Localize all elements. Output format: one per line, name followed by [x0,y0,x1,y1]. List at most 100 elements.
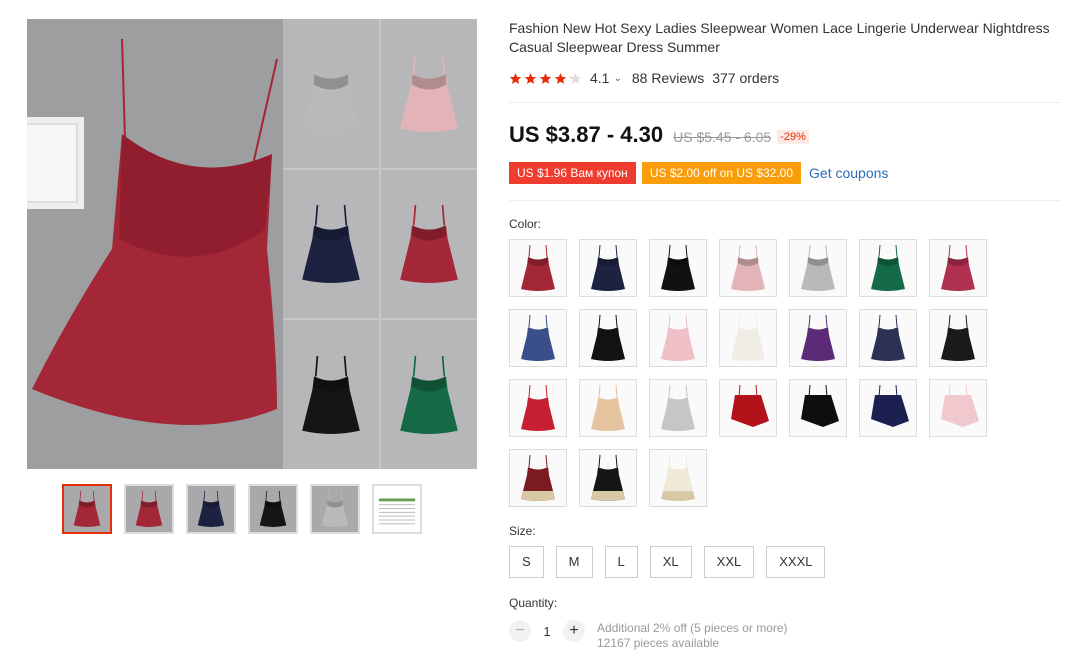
star-icon [524,72,537,84]
color-options [509,239,999,507]
discount-badge: -29% [777,130,809,144]
size-option-s[interactable]: S [509,546,544,578]
dress-icon [400,355,458,434]
quantity-value[interactable]: 1 [531,624,563,639]
color-option-navy[interactable] [579,239,637,297]
size-option-xxxl[interactable]: XXXL [766,546,826,578]
color-label: Color: [509,217,542,231]
main-image-grid [283,19,477,469]
dress-icon [801,244,835,291]
size-label: Size: [509,524,536,538]
dress-icon [871,314,905,361]
thumb-black[interactable] [248,484,298,534]
main-product-image[interactable] [27,19,477,469]
dress-icon [731,384,769,427]
dress-icon [400,204,458,283]
color-option-red-2[interactable] [719,379,777,437]
grid-dress-1 [283,19,379,168]
coupons-row: US $1.96 Вам купон US $2.00 off on US $3… [509,162,888,184]
thumb-size-chart[interactable] [372,484,422,534]
color-option-wine-red[interactable] [509,239,567,297]
bulk-discount-text: Additional 2% off (5 pieces or more) [597,621,788,635]
thumb-gray[interactable] [310,484,360,534]
dress-icon [521,384,555,431]
dress-icon [197,490,225,527]
color-option-black-lace[interactable] [579,449,637,507]
stock-available-text: 12167 pieces available [597,636,720,650]
size-option-l[interactable]: L [604,546,638,578]
star-icon [509,72,522,84]
grid-dress-4 [381,169,477,319]
thumb-navy[interactable] [186,484,236,534]
thumb-collage[interactable] [62,484,112,534]
dress-icon [302,355,360,434]
main-image-left [27,19,283,469]
divider [509,102,1061,103]
dress-icon [941,314,975,361]
dress-icon [302,54,360,133]
get-coupons-link[interactable]: Get coupons [809,165,888,181]
thumb-red[interactable] [124,484,174,534]
dress-icon [871,244,905,291]
quantity-label: Quantity: [509,596,558,610]
reviews-count[interactable]: 88 Reviews [632,70,704,86]
dress-icon [731,314,765,361]
dress-icon [661,454,695,501]
divider [509,200,1061,201]
grid-dress-2 [381,19,477,168]
grid-dress-3 [283,169,379,319]
color-option-black-4[interactable] [789,379,847,437]
color-option-green[interactable] [859,239,917,297]
color-option-purple[interactable] [789,309,847,367]
orders-count: 377 orders [712,70,780,86]
main-dress-illustration [32,38,278,425]
color-option-white[interactable] [719,309,777,367]
color-option-champagne[interactable] [579,379,637,437]
dress-icon [73,490,101,527]
rating-score[interactable]: 4.1 [590,70,609,86]
price-row: US $3.87 - 4.30 US $5.45 - 6.05 -29% [509,122,809,148]
color-option-blue[interactable] [509,309,567,367]
color-option-silver[interactable] [649,379,707,437]
dress-icon [135,490,163,527]
dress-icon [941,244,975,291]
color-option-dark-navy[interactable] [859,309,917,367]
rating-row: 4.1 ⌄ 88 Reviews 377 orders [509,68,779,88]
color-option-pink[interactable] [719,239,777,297]
color-option-black-2[interactable] [579,309,637,367]
color-option-gray[interactable] [789,239,847,297]
current-price: US $3.87 - 4.30 [509,122,664,147]
dress-icon [302,204,360,283]
dress-icon [591,314,625,361]
dress-icon [661,384,695,431]
size-option-xxl[interactable]: XXL [703,546,755,578]
dress-icon [321,490,349,527]
quantity-increase-button[interactable]: + [563,620,585,642]
star-icon [539,72,552,84]
star-icon [554,72,567,84]
dress-icon [259,490,287,527]
color-option-burgundy-lace[interactable] [509,449,567,507]
chevron-down-icon[interactable]: ⌄ [613,73,621,84]
quantity-stepper: − 1 + [509,620,585,642]
color-option-pink-2[interactable] [929,379,987,437]
coupon-badge-1[interactable]: US $1.96 Вам купон [509,162,636,184]
quantity-decrease-button[interactable]: − [509,620,531,642]
dress-icon [521,454,555,501]
color-option-black[interactable] [649,239,707,297]
color-option-ivory-lace[interactable] [649,449,707,507]
dress-icon [521,314,555,361]
size-option-xl[interactable]: XL [649,546,692,578]
color-option-light-pink[interactable] [649,309,707,367]
grid-dress-6 [381,320,477,469]
size-option-m[interactable]: M [555,546,593,578]
color-option-navy-2[interactable] [859,379,917,437]
coupon-badge-2[interactable]: US $2.00 off on US $32.00 [641,162,802,184]
dress-icon [731,244,765,291]
original-price: US $5.45 - 6.05 [673,129,772,145]
color-option-red[interactable] [509,379,567,437]
color-option-black-3[interactable] [929,309,987,367]
size-options: S M L XL XXL XXXL [509,546,826,578]
color-option-rose[interactable] [929,239,987,297]
rating-stars [509,72,582,85]
